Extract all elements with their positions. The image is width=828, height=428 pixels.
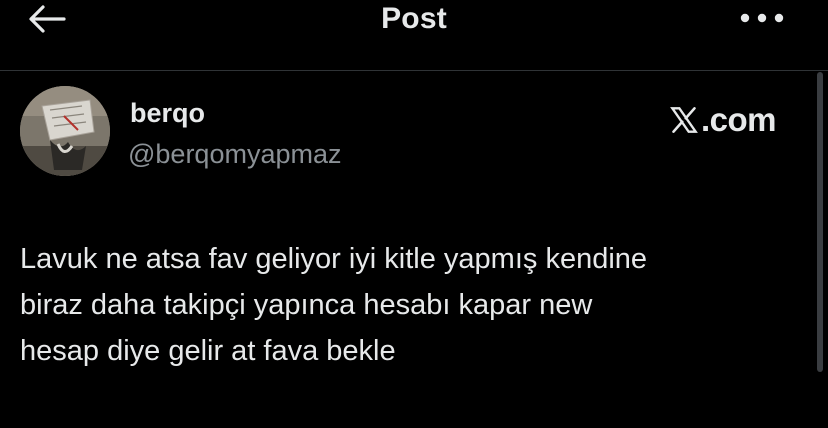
avatar-image (20, 86, 110, 176)
author-handle[interactable]: @berqomyapmaz (128, 139, 342, 170)
more-options-button[interactable] (738, 8, 788, 30)
tweet-line: biraz daha takipçi yapınca hesabı kapar … (20, 289, 593, 321)
source-label: .com (701, 101, 777, 138)
tweet-line: hesap diye gelir at fava bekle (20, 335, 396, 367)
avatar[interactable] (20, 86, 110, 176)
source-badge: .com (670, 100, 777, 140)
header-divider (0, 70, 828, 71)
x-logo-icon (670, 107, 698, 133)
more-horizontal-icon (740, 13, 784, 23)
scrollbar[interactable] (817, 72, 823, 372)
page-title: Post (381, 2, 447, 35)
top-bar: Post (0, 0, 828, 40)
tweet-line: Lavuk ne atsa fav geliyor iyi kitle yapm… (20, 243, 648, 275)
author-display-name[interactable]: berqo (130, 98, 205, 129)
tweet-text: Lavuk ne atsa fav geliyor iyi kitle yapm… (20, 236, 810, 374)
